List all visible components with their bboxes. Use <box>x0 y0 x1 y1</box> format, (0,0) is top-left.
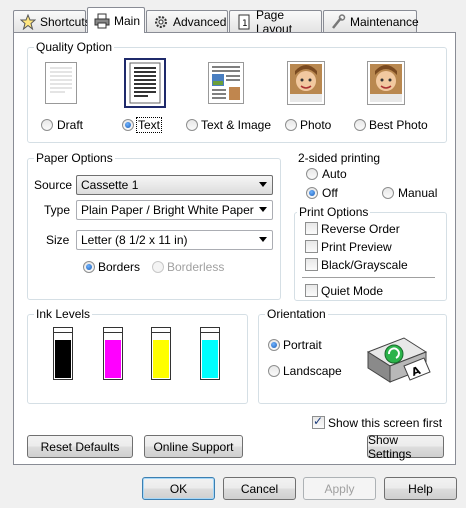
tab-page-layout[interactable]: 1 Page Layout <box>229 8 322 36</box>
svg-text:1: 1 <box>242 19 248 29</box>
landscape-label: Landscape <box>283 364 342 378</box>
help-button[interactable]: Help <box>384 477 457 500</box>
show-screen-first-checkbox[interactable] <box>312 414 325 429</box>
quiet-mode-checkbox[interactable] <box>305 284 318 297</box>
online-support-button[interactable]: Online Support <box>144 435 243 458</box>
photo-image-icon[interactable] <box>287 61 325 105</box>
print-preview-label: Print Preview <box>321 240 392 254</box>
portrait-label: Portrait <box>283 338 322 352</box>
size-dropdown[interactable]: Letter (8 1/2 x 11 in) <box>76 230 273 250</box>
chevron-down-icon <box>259 182 267 187</box>
group-title: Paper Options <box>34 151 115 165</box>
printer-orientation-icon: A <box>364 330 434 386</box>
tab-label: Maintenance <box>350 14 419 29</box>
source-dropdown[interactable]: Cassette 1 <box>76 175 273 195</box>
group-title: Quality Option <box>34 40 115 54</box>
button-label: Cancel <box>240 481 279 496</box>
show-screen-first-label: Show this screen first <box>328 416 443 430</box>
draft-radio[interactable] <box>41 119 53 131</box>
type-dropdown[interactable]: Plain Paper / Bright White Paper <box>76 200 273 220</box>
text-radio[interactable] <box>122 119 134 131</box>
page-icon: 1 <box>236 14 252 30</box>
button-label: Apply <box>324 481 355 496</box>
draft-label: Draft <box>57 118 84 132</box>
tab-label: Advanced <box>173 14 227 29</box>
group-title: Print Options <box>297 205 371 219</box>
ink-level-fill <box>55 340 71 378</box>
tab-main[interactable]: Main <box>87 7 145 33</box>
photo-label: Photo <box>300 118 332 132</box>
wrench-icon <box>330 13 346 30</box>
button-label: OK <box>169 481 188 496</box>
borders-radio[interactable] <box>83 261 95 273</box>
type-value: Plain Paper / Bright White Paper <box>81 203 254 217</box>
ok-button[interactable]: OK <box>142 477 215 500</box>
printer-icon <box>94 13 110 29</box>
tab-label: Main <box>114 13 141 28</box>
text-image-document-icon[interactable] <box>208 62 244 104</box>
quiet-mode-label: Quiet Mode <box>321 284 384 298</box>
ink-level-fill <box>153 340 169 378</box>
ink-cartridge-cyan <box>200 327 220 380</box>
button-label: Show Settings <box>368 432 412 461</box>
manual-radio[interactable] <box>382 187 394 199</box>
text-image-radio[interactable] <box>186 119 198 131</box>
button-label: Online Support <box>153 439 234 454</box>
black-grayscale-checkbox[interactable] <box>305 258 318 271</box>
photo-radio[interactable] <box>285 119 297 131</box>
off-radio[interactable] <box>306 187 318 199</box>
borderless-radio[interactable] <box>152 261 164 273</box>
ink-level-fill <box>105 340 121 378</box>
text-document-icon[interactable] <box>124 58 166 108</box>
group-title: 2-sided printing <box>296 151 383 165</box>
reset-defaults-button[interactable]: Reset Defaults <box>27 435 133 458</box>
best-photo-image-icon[interactable] <box>367 61 405 105</box>
auto-label: Auto <box>322 167 347 181</box>
source-label: Source <box>34 178 73 192</box>
manual-label: Manual <box>398 186 438 200</box>
size-value: Letter (8 1/2 x 11 in) <box>81 233 188 247</box>
type-label: Type <box>44 203 71 217</box>
apply-button[interactable]: Apply <box>303 477 376 500</box>
group-title: Orientation <box>265 307 328 321</box>
landscape-radio[interactable] <box>268 365 280 377</box>
source-value: Cassette 1 <box>81 178 139 192</box>
off-label: Off <box>322 186 338 200</box>
borderless-label: Borderless <box>167 260 225 274</box>
gear-icon <box>153 14 169 30</box>
tab-advanced[interactable]: Advanced <box>146 10 228 32</box>
divider <box>302 277 435 278</box>
tab-maintenance[interactable]: Maintenance <box>323 10 419 32</box>
black-grayscale-label: Black/Grayscale <box>321 258 408 272</box>
cancel-button[interactable]: Cancel <box>223 477 296 500</box>
best-photo-label: Best Photo <box>369 118 428 132</box>
reverse-order-checkbox[interactable] <box>305 222 318 235</box>
text-image-label: Text & Image <box>201 118 272 132</box>
ink-level-fill <box>202 340 218 378</box>
show-settings-button[interactable]: Show Settings <box>367 432 444 461</box>
star-icon <box>19 13 37 30</box>
portrait-radio[interactable] <box>268 339 280 351</box>
tab-shortcuts[interactable]: Shortcuts <box>13 10 91 32</box>
best-photo-radio[interactable] <box>354 119 366 131</box>
button-label: Help <box>408 481 433 496</box>
auto-radio[interactable] <box>306 168 318 180</box>
print-preview-checkbox[interactable] <box>305 240 318 253</box>
ink-cartridge-black <box>53 327 73 380</box>
text-label: Text <box>135 117 163 133</box>
group-title: Ink Levels <box>34 307 93 321</box>
reverse-order-label: Reverse Order <box>321 222 400 236</box>
size-label: Size <box>46 233 70 247</box>
ink-cartridge-yellow <box>151 327 171 380</box>
chevron-down-icon <box>259 207 267 212</box>
ink-cartridge-magenta <box>103 327 123 380</box>
chevron-down-icon <box>259 237 267 242</box>
tab-label: Shortcuts <box>40 14 91 29</box>
draft-document-icon[interactable] <box>45 62 77 104</box>
borders-label: Borders <box>98 260 141 274</box>
button-label: Reset Defaults <box>40 439 120 454</box>
